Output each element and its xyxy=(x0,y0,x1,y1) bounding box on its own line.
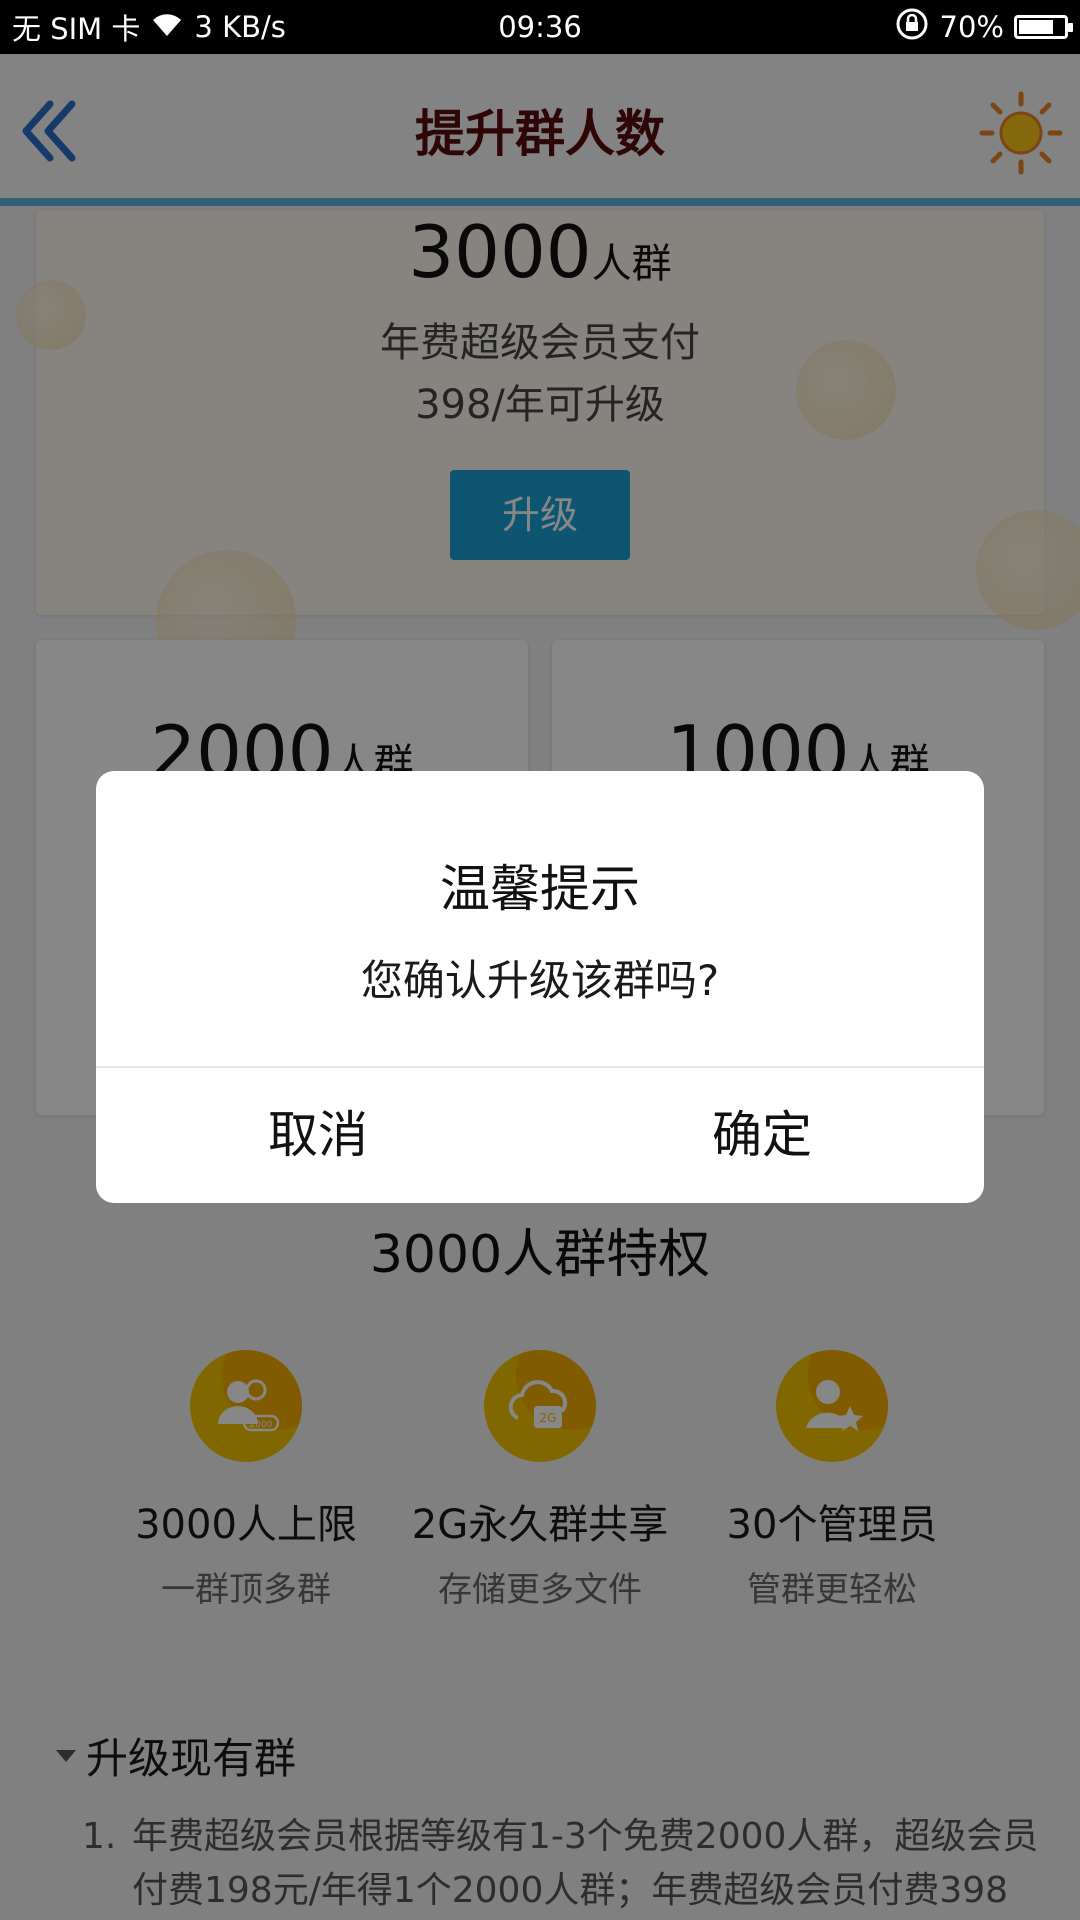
battery-percent: 70% xyxy=(939,10,1004,44)
dialog-title: 温馨提示 xyxy=(440,860,640,918)
status-bar: 无 SIM 卡 3 KB/s 09:36 70% xyxy=(0,0,1080,54)
network-speed: 3 KB/s xyxy=(194,10,286,44)
dialog-message: 您确认升级该群吗? xyxy=(360,956,720,1005)
wifi-icon xyxy=(150,10,184,45)
carrier-text: 无 SIM 卡 xyxy=(12,12,141,46)
confirm-button[interactable]: 确定 xyxy=(540,1068,984,1203)
confirm-dialog: 温馨提示 您确认升级该群吗? 取消 确定 xyxy=(96,771,984,1203)
cancel-button[interactable]: 取消 xyxy=(96,1068,540,1203)
battery-icon xyxy=(1014,15,1073,39)
rotation-lock-icon xyxy=(894,6,930,49)
